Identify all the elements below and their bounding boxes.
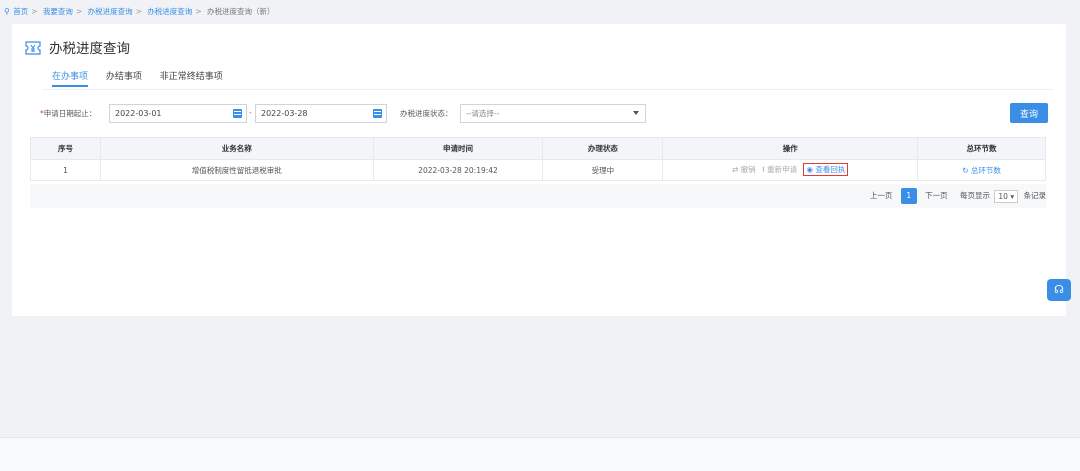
customer-service-float-button[interactable]: ☊ [1047,279,1071,301]
cell-business-name: 增值税制度性留抵退税审批 [99,159,374,181]
headset-icon: ☊ [1054,283,1064,296]
col-index: 序号 [30,137,101,160]
breadcrumb: ⚲ 首页 > 我要查询 > 办税进度查询 > 办税进度查询 > 办税进度查询（新） [4,7,275,16]
per-page-select[interactable]: 10 ▾ [994,189,1019,203]
swap-icon: ⇄ [731,164,739,174]
revoke-button[interactable]: ⇄ 撤销 [732,165,756,174]
cell-operations: ⇄ 撤销 ⭱ 重新申请 ◉ 查看回执 [662,159,919,181]
total-steps-link[interactable]: ↻ 总环节数 [962,166,1001,175]
status-label: 办税进度状态： [400,109,453,118]
cell-status: 受理中 [542,159,664,181]
col-business-name: 业务名称 [99,137,374,160]
col-status: 办理状态 [542,137,664,160]
calendar-icon[interactable] [233,109,242,118]
results-table: 序号 业务名称 申请时间 办理状态 操作 总环节数 1 增值税制度性留抵退税审批… [30,137,1046,181]
refresh-icon: ↻ [962,165,969,175]
col-apply-time: 申请时间 [372,137,544,160]
tab-abnormal-terminated[interactable]: 非正常终结事项 [160,69,223,87]
query-button[interactable]: 查询 [1010,103,1048,123]
end-date-input[interactable]: 2022-03-28 [255,104,387,123]
page-title: 办税进度查询 [49,41,130,57]
calendar-icon[interactable] [373,109,382,118]
col-operations: 操作 [662,137,919,160]
table-row: 1 增值税制度性留抵退税审批 2022-03-28 20:19:42 受理中 ⇄… [30,159,1046,181]
page-number-button[interactable]: 1 [900,188,917,204]
breadcrumb-query[interactable]: 我要查询 [43,7,73,16]
date-range-separator: - [249,108,252,117]
start-date-input[interactable]: 2022-03-01 [109,104,247,123]
view-receipt-button[interactable]: ◉ 查看回执 [803,162,849,176]
prev-page-button[interactable]: 上一页 [870,187,893,205]
tabs-divider [42,89,1054,90]
records-label: 条记录 [1023,191,1047,200]
breadcrumb-current: 办税进度查询（新） [207,7,275,16]
chevron-down-icon [633,111,639,115]
upload-icon: ⭱ [762,164,765,174]
tab-bar: 在办事项 办结事项 非正常终结事项 [52,69,238,89]
main-panel: 办税进度查询 在办事项 办结事项 非正常终结事项 *申请日期起止： 2022-0… [12,24,1066,316]
location-pin-icon: ⚲ [4,7,10,16]
cell-total-steps: ↻ 总环节数 [917,159,1046,181]
tab-in-progress[interactable]: 在办事项 [52,69,89,87]
breadcrumb-home[interactable]: 首页 [13,7,28,16]
cell-apply-time: 2022-03-28 20:19:42 [372,159,544,181]
pagination-bar: 上一页 1 下一页 每页显示 10 ▾ 条记录 [30,184,1046,208]
per-page-label: 每页显示 [960,191,991,200]
tab-completed[interactable]: 办结事项 [106,69,142,87]
pagination: 上一页 1 下一页 每页显示 10 ▾ 条记录 [864,187,1046,205]
resubmit-button[interactable]: ⭱ 重新申请 [762,165,797,174]
status-select[interactable]: --请选择-- [460,104,646,123]
tax-ticket-icon [25,41,41,55]
eye-icon: ◉ [806,164,814,174]
next-page-button[interactable]: 下一页 [925,187,948,205]
bottom-bar [0,437,1080,471]
cell-index: 1 [30,159,101,181]
table-header-row: 序号 业务名称 申请时间 办理状态 操作 总环节数 [30,137,1046,160]
date-range-label: *申请日期起止： [40,109,97,118]
col-total-steps: 总环节数 [917,137,1046,160]
breadcrumb-progress-2[interactable]: 办税进度查询 [147,7,192,16]
filter-bar: *申请日期起止： 2022-03-01 - 2022-03-28 办税进度状态：… [40,103,1056,125]
breadcrumb-progress[interactable]: 办税进度查询 [88,7,133,16]
